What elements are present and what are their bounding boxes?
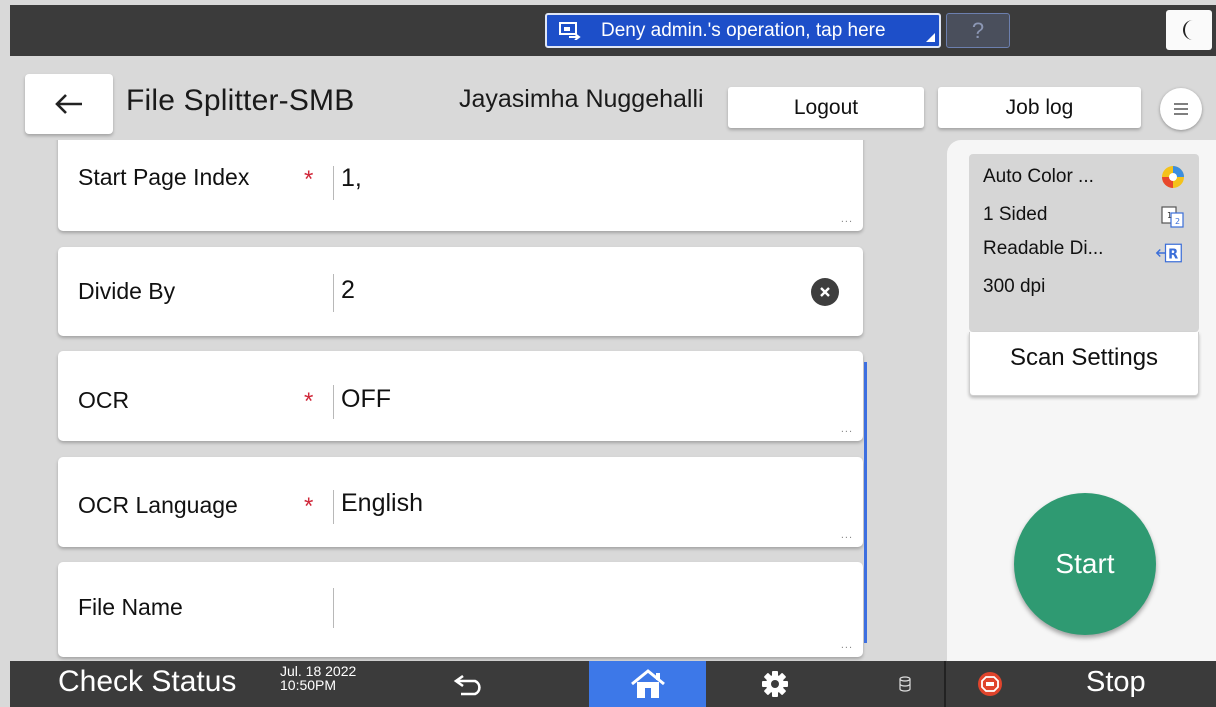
scrollbar[interactable] (864, 362, 867, 643)
field-divider (333, 274, 334, 312)
required-mark: * (304, 493, 314, 520)
sides-value: 1 Sided (983, 204, 1048, 225)
form-list: Start Page Index * 1, ... Divide By 2 OC… (10, 140, 936, 661)
scan-settings-label: Scan Settings (1009, 344, 1159, 371)
svg-text:R: R (1168, 247, 1178, 262)
help-button[interactable]: ? (946, 13, 1010, 48)
field-divider (333, 166, 334, 200)
date-time: Jul. 18 2022 10:50PM (280, 664, 356, 692)
more-options-icon[interactable]: ... (841, 423, 853, 435)
more-options-icon[interactable]: ... (841, 213, 853, 225)
svg-text:1: 1 (1167, 211, 1172, 220)
deny-admin-operation-label: Deny admin.'s operation, tap here (601, 19, 886, 41)
field-start-page-index[interactable]: Start Page Index * 1, ... (58, 140, 863, 231)
orientation-value: Readable Di... (983, 238, 1104, 259)
required-mark: * (304, 388, 314, 415)
deny-admin-operation-button[interactable]: Deny admin.'s operation, tap here (545, 13, 941, 48)
clear-field-button[interactable] (811, 278, 839, 306)
more-options-icon[interactable]: ... (841, 639, 853, 651)
field-divider (333, 385, 334, 419)
one-sided-icon: 1 2 (1161, 206, 1184, 228)
field-value: OFF (341, 385, 391, 413)
field-label: Divide By (78, 278, 176, 304)
user-name: Jayasimha Nuggehalli (459, 85, 704, 113)
scan-settings-summary[interactable]: Auto Color ... 1 Sided 1 2 Readable Di..… (969, 154, 1199, 332)
moon-icon (1183, 20, 1193, 40)
remote-operation-icon (559, 21, 581, 40)
night-mode-button[interactable] (1166, 10, 1212, 50)
stop-icon-wrap[interactable] (970, 661, 1010, 707)
bottom-bar-divider (944, 661, 946, 707)
close-icon (820, 287, 830, 297)
date-text: Jul. 18 2022 (280, 663, 357, 679)
stop-icon (978, 672, 1002, 696)
logout-label: Logout (793, 95, 859, 119)
field-ocr[interactable]: OCR * OFF ... (58, 351, 863, 441)
page-title: File Splitter-SMB (126, 84, 355, 117)
field-value: English (341, 489, 423, 517)
settings-button[interactable] (750, 661, 800, 707)
system-bottom-bar: Check Status Jul. 18 2022 10:50PM Stop (10, 661, 1216, 707)
start-button[interactable]: Start (1014, 493, 1156, 635)
scan-settings-button[interactable]: Scan Settings (969, 332, 1199, 396)
corner-indicator-icon (926, 33, 935, 42)
stop-button[interactable]: Stop (1086, 666, 1146, 699)
return-arrow-icon (453, 674, 481, 696)
home-icon (630, 669, 665, 698)
field-label: File Name (78, 594, 183, 620)
check-status-button[interactable]: Check Status (58, 665, 236, 699)
svg-text:2: 2 (1175, 217, 1180, 226)
field-label: OCR Language (78, 492, 238, 518)
resolution-value: 300 dpi (983, 276, 1046, 297)
color-mode-value: Auto Color ... (983, 166, 1094, 187)
field-label: OCR (78, 387, 130, 413)
more-options-icon[interactable]: ... (841, 529, 853, 541)
job-log-button[interactable]: Job log (938, 87, 1141, 128)
hamburger-icon (1174, 103, 1188, 115)
field-ocr-language[interactable]: OCR Language * English ... (58, 457, 863, 547)
database-icon (899, 676, 911, 692)
back-button[interactable] (25, 74, 113, 134)
job-log-label: Job log (1005, 95, 1074, 119)
home-button[interactable] (589, 661, 706, 707)
menu-button[interactable] (1160, 88, 1202, 130)
time-text: 10:50PM (280, 677, 337, 693)
help-label: ? (971, 17, 985, 43)
return-button[interactable] (440, 661, 500, 707)
scan-settings-panel: Auto Color ... 1 Sided 1 2 Readable Di..… (947, 140, 1216, 661)
logout-button[interactable]: Logout (728, 87, 924, 128)
field-divider (333, 588, 334, 628)
field-label: Start Page Index (78, 164, 250, 190)
field-file-name[interactable]: File Name ... (58, 562, 863, 657)
field-divide-by[interactable]: Divide By 2 (58, 247, 863, 336)
readable-direction-icon: R (1155, 243, 1182, 263)
start-label: Start (1055, 548, 1115, 579)
storage-indicator (890, 661, 920, 707)
field-value: 2 (341, 276, 355, 304)
gear-icon (762, 671, 788, 697)
arrow-left-icon (55, 94, 82, 114)
field-divider (333, 490, 334, 524)
auto-color-icon (1162, 166, 1184, 188)
required-mark: * (304, 166, 314, 193)
field-value: 1, (341, 164, 362, 192)
